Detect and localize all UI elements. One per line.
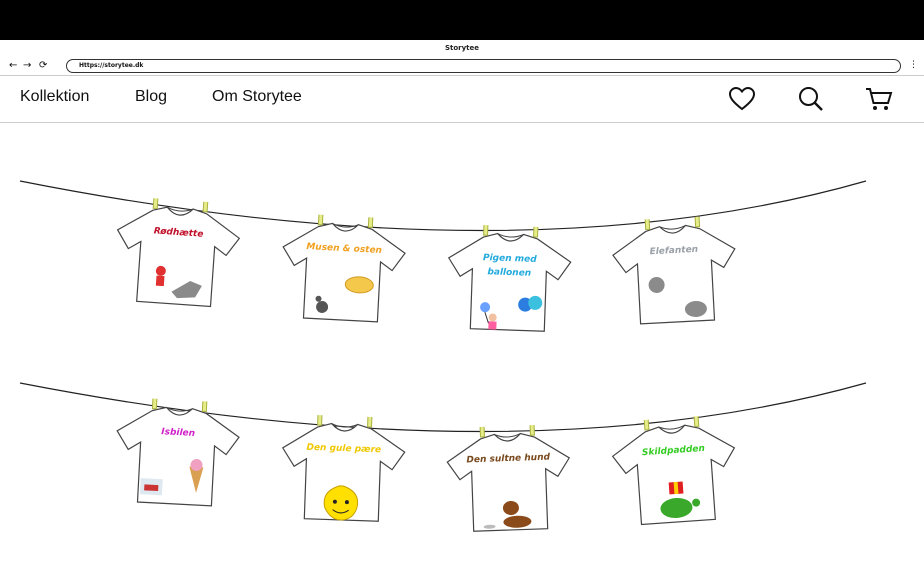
clothespin-icon xyxy=(693,214,701,228)
tshirt-product-card[interactable]: Isbilen xyxy=(109,396,245,514)
tshirt-icon xyxy=(116,195,241,308)
tshirt-icon xyxy=(282,212,406,323)
tshirt-icon xyxy=(446,423,571,532)
tshirt-icon xyxy=(281,413,406,522)
tshirt-product-card[interactable]: Rødhætte xyxy=(108,195,245,315)
clothespin-icon xyxy=(529,423,535,436)
tshirt-icon xyxy=(611,413,736,526)
tshirt-product-card[interactable]: Den gule pære xyxy=(276,413,410,528)
tshirt-product-card[interactable]: Elefanten xyxy=(607,214,743,332)
clothespin-icon xyxy=(151,396,159,410)
tshirt-product-card[interactable]: Musen & osten xyxy=(275,212,411,330)
clothespin-icon xyxy=(483,223,489,236)
tshirt-icon xyxy=(612,214,736,325)
tshirt-product-card[interactable]: Skildpadden xyxy=(606,413,743,533)
clothespin-icon xyxy=(317,212,325,226)
tshirt-title: Pigen med ballonen xyxy=(482,253,537,279)
tshirt-product-card[interactable]: Den sultne hund xyxy=(442,423,576,538)
clothespin-icon xyxy=(317,413,323,426)
tshirt-product-card[interactable]: Pigen med ballonen xyxy=(442,223,576,338)
tshirt-icon xyxy=(116,396,240,507)
clothespin-icon xyxy=(692,413,700,428)
browser-window: Storytee ← → ⟳ Https://storytee.dk ⋮ Kol… xyxy=(0,40,924,567)
